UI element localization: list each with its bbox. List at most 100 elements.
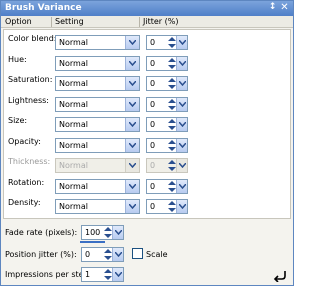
jitter-value[interactable]: 0 (150, 38, 155, 47)
jitter-spinner[interactable]: 0 (146, 76, 188, 91)
impressions-value[interactable]: 1 (85, 270, 90, 279)
setting-dropdown[interactable]: Normal (55, 137, 140, 153)
position-jitter-label: Position jitter (%): (5, 250, 77, 259)
variance-list: Color blend: Normal 0 Hue: Normal 0 Saturation… (3, 29, 291, 219)
jitter-value[interactable]: 0 (150, 120, 155, 129)
chevron-down-icon[interactable] (176, 56, 187, 70)
title-bar[interactable]: Brush Variance ↕ ✕ (1, 1, 293, 16)
setting-value: Normal (59, 79, 88, 88)
setting-value: Normal (59, 161, 88, 170)
chevron-down-icon[interactable] (125, 36, 139, 49)
list-item: Hue: Normal 0 (4, 52, 290, 72)
fade-rate-slider[interactable] (80, 241, 105, 243)
option-label: Density: (8, 198, 41, 207)
chevron-down-icon[interactable] (176, 97, 187, 111)
undo-icon[interactable] (273, 270, 287, 283)
jitter-spinner[interactable]: 0 (146, 96, 188, 112)
chevron-down-icon[interactable] (176, 36, 187, 49)
impressions-label: Impressions per step: (5, 270, 92, 279)
chevron-down-icon[interactable] (125, 77, 139, 90)
jitter-value[interactable]: 0 (150, 100, 155, 109)
pin-icon[interactable]: ↕ (267, 2, 278, 13)
chevron-down-icon[interactable] (112, 268, 123, 281)
jitter-value: 0 (150, 161, 156, 170)
option-label: Color blend: (8, 34, 57, 43)
setting-value: Normal (59, 181, 88, 191)
jitter-spinner[interactable]: 0 (146, 137, 188, 153)
chevron-down-icon[interactable] (125, 138, 139, 152)
jitter-value[interactable]: 0 (150, 141, 155, 150)
setting-dropdown: Normal (55, 158, 140, 173)
jitter-spinner[interactable]: 0 (146, 55, 188, 71)
setting-value: Normal (59, 120, 88, 129)
fade-rate-value[interactable]: 100 (85, 228, 100, 237)
option-label: Lightness: (8, 95, 49, 105)
scale-checkbox[interactable] (132, 248, 143, 259)
column-setting: Setting (55, 17, 84, 26)
chevron-down-icon[interactable] (176, 179, 187, 193)
list-item: Density: Normal 0 (4, 195, 290, 215)
brush-variance-palette: Brush Variance ↕ ✕ Option Setting Jitter… (0, 0, 294, 286)
chevron-down-icon (125, 159, 139, 172)
column-divider[interactable] (51, 17, 52, 27)
chevron-down-icon[interactable] (176, 77, 187, 90)
scale-label[interactable]: Scale (146, 250, 168, 259)
position-jitter-row: Position jitter (%): 0 Scale (3, 247, 291, 265)
setting-dropdown[interactable]: Normal (55, 117, 140, 132)
option-label: Hue: (8, 54, 27, 64)
chevron-down-icon[interactable] (125, 97, 139, 111)
chevron-down-icon[interactable] (125, 56, 139, 70)
chevron-down-icon[interactable] (125, 200, 139, 213)
option-label: Size: (8, 116, 28, 125)
list-item: Rotation: Normal 0 (4, 175, 290, 195)
setting-dropdown[interactable]: Normal (55, 178, 140, 194)
jitter-value[interactable]: 0 (150, 59, 155, 68)
setting-value: Normal (59, 58, 88, 68)
chevron-down-icon[interactable] (112, 226, 123, 239)
chevron-down-icon[interactable] (176, 200, 187, 213)
close-icon[interactable]: ✕ (279, 2, 290, 13)
list-item: Size: Normal 0 (4, 113, 290, 133)
setting-dropdown[interactable]: Normal (55, 35, 140, 50)
column-divider[interactable] (139, 17, 140, 27)
impressions-spinner[interactable]: 1 (81, 267, 124, 282)
column-option: Option (5, 17, 32, 26)
jitter-spinner[interactable]: 0 (146, 199, 188, 214)
brush-options: Fade rate (pixels): 100 Position jitter … (3, 221, 291, 285)
chevron-down-icon (176, 159, 187, 172)
chevron-down-icon[interactable] (176, 118, 187, 131)
setting-dropdown[interactable]: Normal (55, 96, 140, 112)
jitter-value[interactable]: 0 (150, 182, 155, 191)
option-label: Thickness: (8, 157, 51, 166)
position-jitter-spinner[interactable]: 0 (81, 247, 124, 262)
list-item: Thickness: Normal 0 (4, 154, 290, 174)
list-item: Lightness: Normal 0 (4, 93, 290, 113)
setting-dropdown[interactable]: Normal (55, 55, 140, 71)
chevron-down-icon[interactable] (112, 248, 123, 261)
option-label: Rotation: (8, 177, 45, 187)
column-jitter: Jitter (%) (143, 17, 179, 26)
setting-value: Normal (59, 140, 88, 150)
setting-value: Normal (59, 99, 88, 109)
setting-dropdown[interactable]: Normal (55, 199, 140, 214)
jitter-value[interactable]: 0 (150, 79, 155, 88)
list-item: Color blend: Normal 0 (4, 31, 290, 51)
jitter-spinner[interactable]: 0 (146, 35, 188, 50)
chevron-down-icon[interactable] (176, 138, 187, 152)
list-item: Opacity: Normal 0 (4, 134, 290, 154)
jitter-value[interactable]: 0 (150, 202, 155, 211)
jitter-spinner[interactable]: 0 (146, 117, 188, 132)
fade-rate-spinner[interactable]: 100 (81, 225, 124, 240)
column-header: Option Setting Jitter (%) (1, 16, 293, 28)
setting-dropdown[interactable]: Normal (55, 76, 140, 91)
setting-value: Normal (59, 202, 88, 211)
chevron-down-icon[interactable] (125, 179, 139, 193)
position-jitter-value[interactable]: 0 (85, 250, 90, 259)
option-label: Opacity: (8, 136, 41, 146)
palette-title: Brush Variance (5, 3, 82, 13)
impressions-row: Impressions per step: 1 (3, 267, 291, 285)
option-label: Saturation: (8, 75, 53, 84)
jitter-spinner: 0 (146, 158, 188, 173)
chevron-down-icon[interactable] (125, 118, 139, 131)
jitter-spinner[interactable]: 0 (146, 178, 188, 194)
